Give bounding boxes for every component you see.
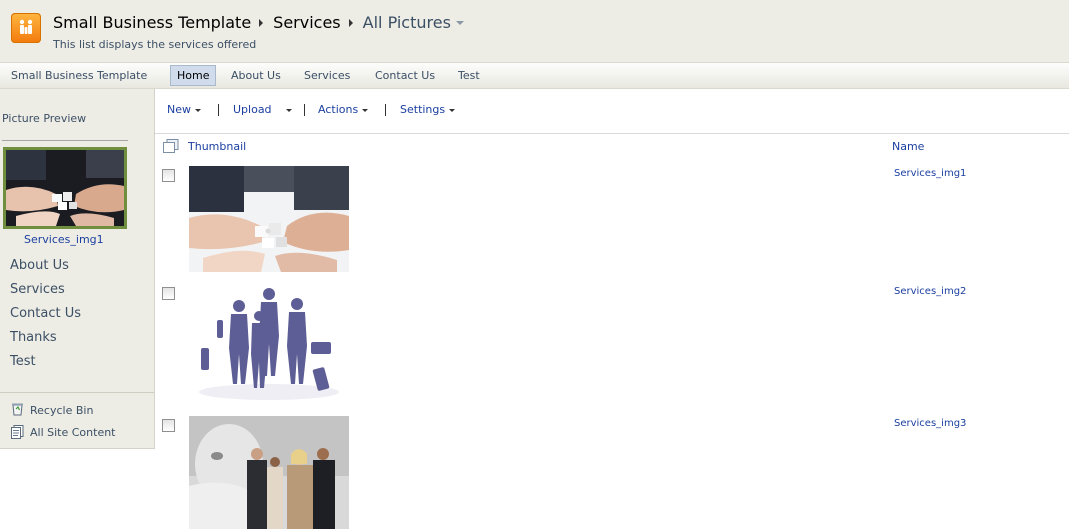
upload-menu[interactable]: Upload xyxy=(233,103,292,116)
actions-menu-label: Actions xyxy=(318,103,359,116)
recycle-bin-link[interactable]: Recycle Bin xyxy=(30,404,93,417)
chevron-down-icon[interactable] xyxy=(455,20,464,25)
picture-preview[interactable] xyxy=(3,147,127,229)
row-checkbox[interactable] xyxy=(162,287,175,300)
item-name-link[interactable]: Services_img1 xyxy=(894,168,966,179)
sidebar-item-contact-us[interactable]: Contact Us xyxy=(10,306,81,321)
puzzle-hands-image[interactable] xyxy=(189,166,349,272)
row-checkbox[interactable] xyxy=(162,169,175,182)
breadcrumb-site-link[interactable]: Small Business Template xyxy=(53,13,251,32)
toolbar-separator xyxy=(218,104,219,116)
column-header-name[interactable]: Name xyxy=(892,140,924,153)
sidebar-item-services[interactable]: Services xyxy=(10,282,65,297)
tab-about-us[interactable]: About Us xyxy=(225,66,287,85)
settings-menu-label: Settings xyxy=(400,103,446,116)
tab-home[interactable]: Home xyxy=(170,65,217,86)
divider xyxy=(0,392,154,393)
all-site-content-link[interactable]: All Site Content xyxy=(30,426,116,439)
divider xyxy=(2,140,128,141)
chevron-down-icon xyxy=(449,108,456,112)
view-selector[interactable]: All Pictures xyxy=(363,13,451,32)
recycle-bin-icon[interactable] xyxy=(11,402,24,416)
sidebar-item-thanks[interactable]: Thanks xyxy=(10,330,57,345)
sidebar-item-about-us[interactable]: About Us xyxy=(10,258,69,273)
tab-test[interactable]: Test xyxy=(452,66,486,85)
new-menu-label: New xyxy=(167,103,191,116)
preview-caption-link[interactable]: Services_img1 xyxy=(24,233,104,246)
select-all-icon[interactable] xyxy=(163,139,179,153)
sidebar-item-test[interactable]: Test xyxy=(10,354,36,369)
row-checkbox[interactable] xyxy=(162,419,175,432)
chevron-down-icon xyxy=(195,108,201,112)
all-site-content-icon[interactable] xyxy=(11,425,24,439)
preview-puzzle-image xyxy=(6,150,124,226)
item-name-link[interactable]: Services_img3 xyxy=(894,418,966,429)
toolbar-separator xyxy=(304,104,305,116)
chevron-down-icon[interactable] xyxy=(285,108,292,112)
breadcrumb-list-link[interactable]: Services xyxy=(273,13,340,32)
top-navigation: Small Business Template Home About Us Se… xyxy=(0,62,1069,89)
tab-contact-us[interactable]: Contact Us xyxy=(369,66,441,85)
new-menu[interactable]: New xyxy=(167,103,201,116)
actions-menu[interactable]: Actions xyxy=(318,103,369,116)
chevron-down-icon xyxy=(362,108,369,112)
business-people-image[interactable] xyxy=(189,416,349,529)
breadcrumb-separator-icon xyxy=(259,18,264,27)
team-figures-image[interactable] xyxy=(189,284,349,404)
list-description: This list displays the services offered xyxy=(53,38,257,51)
picture-preview-title: Picture Preview xyxy=(2,112,87,125)
title-bar: Small Business Template Services All Pictu… xyxy=(0,0,1069,62)
toolbar-separator xyxy=(385,104,386,116)
settings-menu[interactable]: Settings xyxy=(400,103,456,116)
column-header-thumbnail[interactable]: Thumbnail xyxy=(188,140,246,153)
item-name-link[interactable]: Services_img2 xyxy=(894,286,966,297)
list-toolbar: New Upload Actions Settings xyxy=(155,89,1069,134)
upload-menu-label: Upload xyxy=(233,103,272,116)
site-logo-icon[interactable] xyxy=(11,13,41,43)
tab-small-business-template[interactable]: Small Business Template xyxy=(5,66,153,85)
left-navigation: Picture Preview Services_img1 About Us S… xyxy=(0,89,155,449)
breadcrumb-separator-icon xyxy=(348,18,353,27)
breadcrumb: Small Business Template Services All Pictu… xyxy=(53,12,464,32)
tab-services[interactable]: Services xyxy=(298,66,356,85)
